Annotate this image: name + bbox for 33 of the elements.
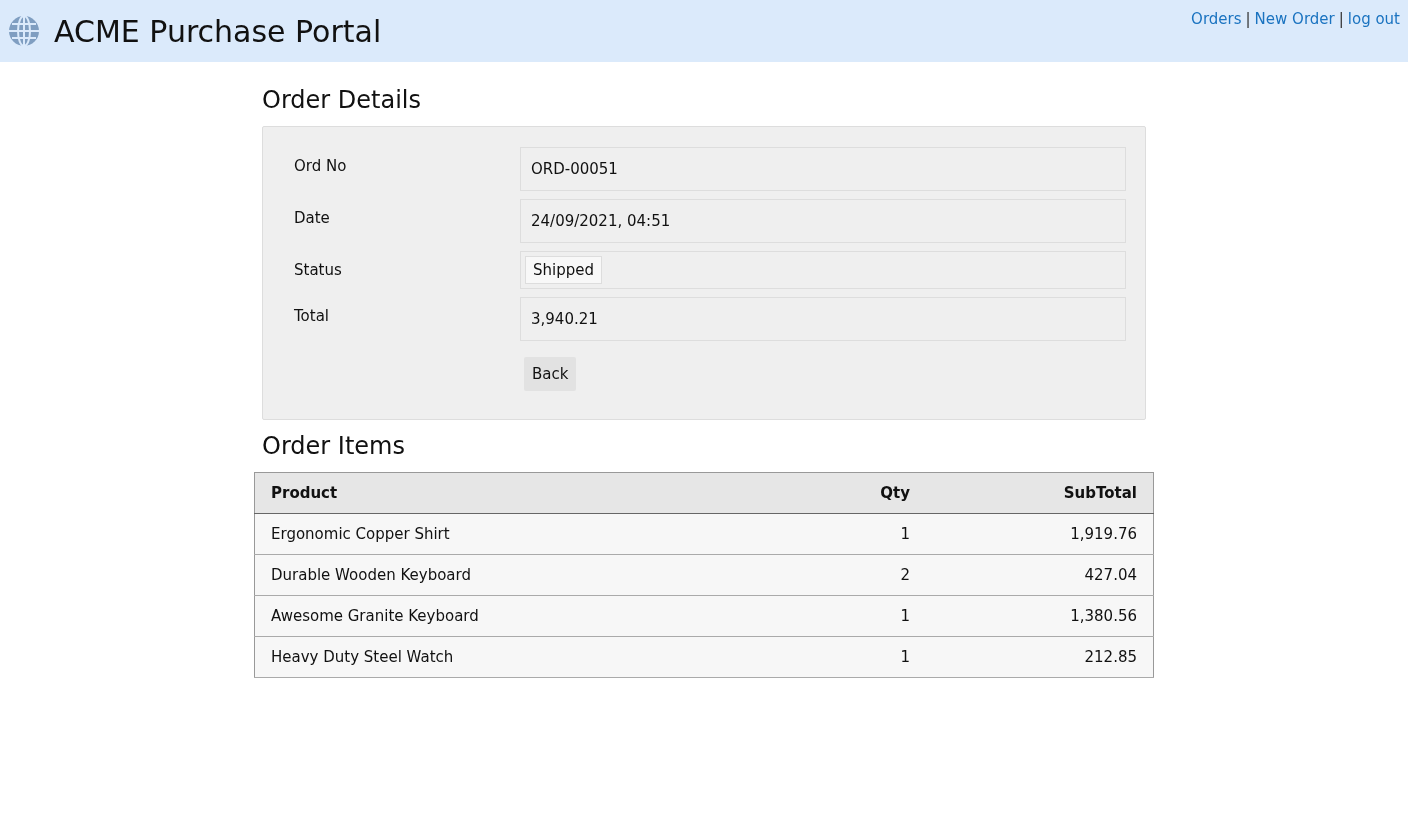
nav-link[interactable]: New Order — [1254, 10, 1335, 28]
table-cell: 2 — [794, 554, 926, 596]
section-heading: Order Details — [262, 86, 423, 114]
column-header: SubTotal — [926, 472, 1154, 514]
nav-link[interactable]: Orders — [1191, 10, 1242, 28]
field-value: 24/09/2021, 04:51 — [520, 199, 1126, 243]
column-header: Product — [254, 472, 794, 514]
table-cell: 1 — [794, 595, 926, 637]
field-label: Date — [293, 208, 331, 229]
table-cell: 1,919.76 — [926, 513, 1154, 555]
table-cell: Ergonomic Copper Shirt — [254, 513, 794, 555]
back-button[interactable]: Back — [524, 357, 577, 391]
table-cell: Awesome Granite Keyboard — [254, 595, 794, 637]
globe-icon — [8, 15, 40, 47]
table-cell: Heavy Duty Steel Watch — [254, 636, 794, 678]
section-heading: Order Items — [262, 432, 406, 460]
nav-link[interactable]: log out — [1347, 10, 1400, 28]
table-cell: Durable Wooden Keyboard — [254, 554, 794, 596]
table-cell: 1,380.56 — [926, 595, 1154, 637]
column-header: Qty — [794, 472, 926, 514]
status-badge: Shipped — [525, 256, 602, 284]
field-value: ORD-00051 — [520, 147, 1126, 191]
nav-separator: | — [1245, 10, 1251, 28]
table-cell: 1 — [794, 513, 926, 555]
app-title: ACME Purchase Portal — [54, 13, 382, 49]
field-label: Ord No — [293, 156, 348, 177]
table-cell: 1 — [794, 636, 926, 678]
nav-separator: | — [1338, 10, 1344, 28]
field-label: Status — [293, 260, 343, 281]
table-cell: 427.04 — [926, 554, 1154, 596]
field-label: Total — [293, 306, 331, 327]
field-value: 3,940.21 — [520, 297, 1126, 341]
table-cell: 212.85 — [926, 636, 1154, 678]
